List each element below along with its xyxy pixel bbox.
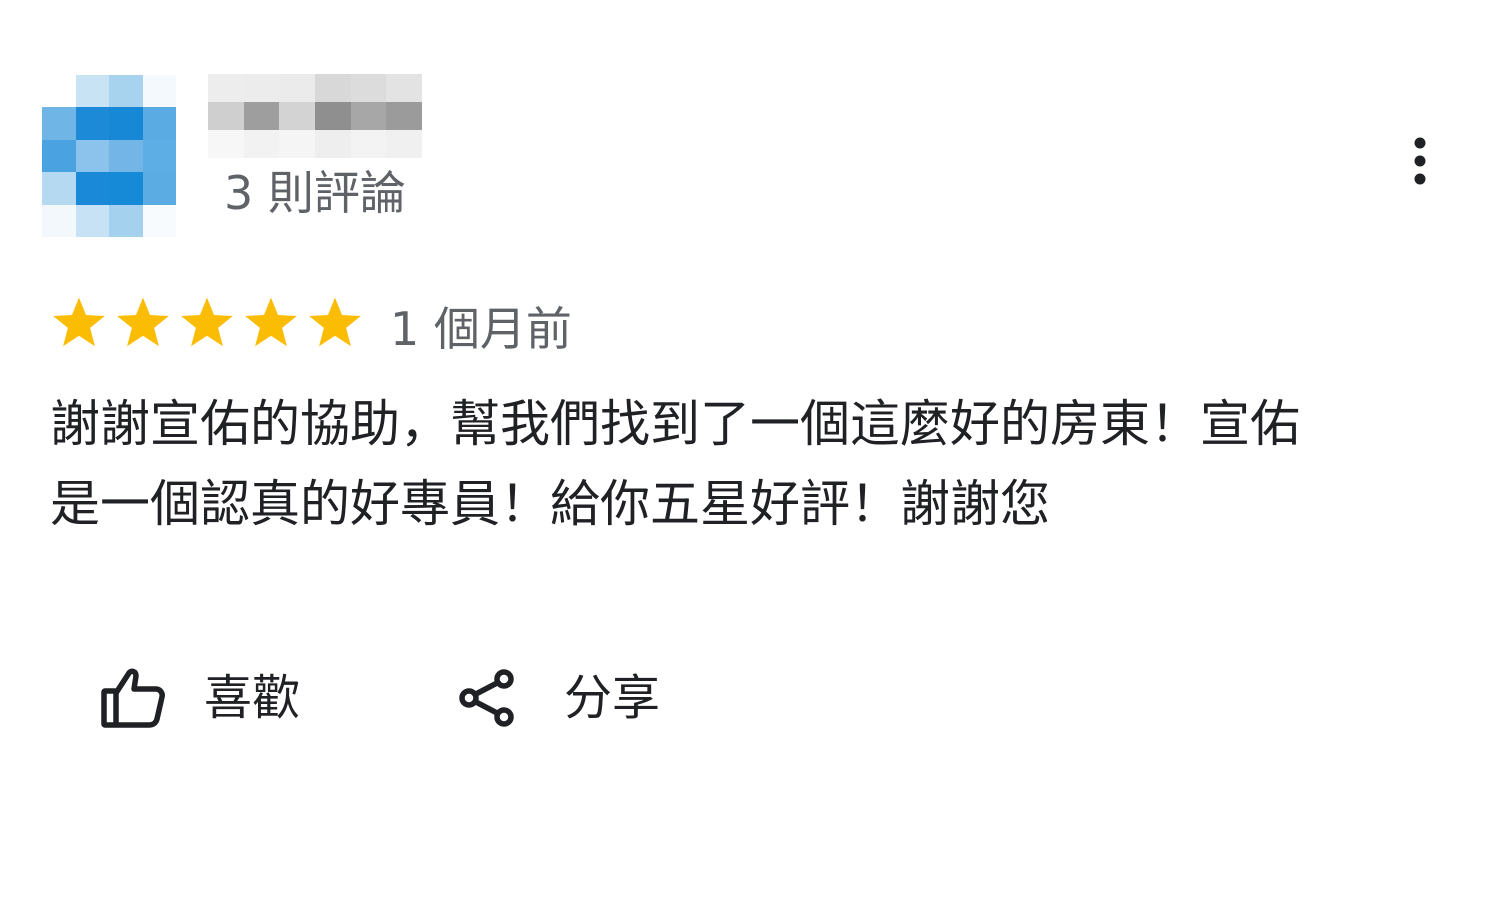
review-text: 謝謝宣佑的協助，幫我們找到了一個這麼好的房東！宣佑 是一個認真的好專員！給你五星… xyxy=(50,384,1460,544)
like-button-label: 喜歡 xyxy=(204,670,301,726)
star-rating xyxy=(50,292,364,354)
more-vert-icon xyxy=(1412,136,1428,190)
reviewer-review-count: 3 則評論 xyxy=(224,166,406,220)
star-icon xyxy=(242,295,300,351)
more-options-button[interactable] xyxy=(1396,130,1444,196)
share-icon xyxy=(456,666,520,730)
review-card: 3 則評論 1 個月前 謝謝宣佑的協助，幫我們找到了一個這麼好的房東！宣佑 是一… xyxy=(0,0,1500,900)
review-text-line: 是一個認真的好專員！給你五星好評！謝謝您 xyxy=(50,475,1050,533)
thumb-up-icon xyxy=(100,667,166,729)
star-icon xyxy=(178,295,236,351)
avatar[interactable] xyxy=(42,75,176,237)
share-button-label: 分享 xyxy=(564,670,661,726)
reviewer-name[interactable] xyxy=(208,74,422,158)
star-icon xyxy=(50,295,108,351)
like-button[interactable]: 喜歡 xyxy=(100,660,300,736)
star-icon xyxy=(306,295,364,351)
share-button[interactable]: 分享 xyxy=(456,660,660,736)
star-icon xyxy=(114,295,172,351)
review-date: 1 個月前 xyxy=(390,302,572,356)
review-text-line: 謝謝宣佑的協助，幫我們找到了一個這麼好的房東！宣佑 xyxy=(50,395,1300,453)
